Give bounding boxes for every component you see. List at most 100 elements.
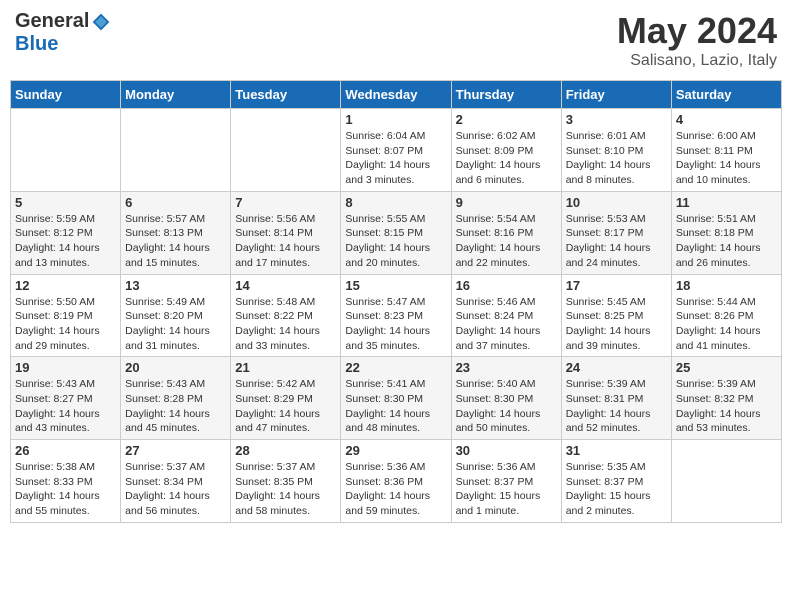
day-number: 18 <box>676 278 777 293</box>
day-info: Sunrise: 5:40 AM Sunset: 8:30 PM Dayligh… <box>456 377 557 436</box>
calendar-cell: 30Sunrise: 5:36 AM Sunset: 8:37 PM Dayli… <box>451 440 561 523</box>
column-header-thursday: Thursday <box>451 81 561 109</box>
day-info: Sunrise: 6:00 AM Sunset: 8:11 PM Dayligh… <box>676 129 777 188</box>
day-number: 5 <box>15 195 116 210</box>
column-header-saturday: Saturday <box>671 81 781 109</box>
calendar-cell: 21 Sunrise: 5:42 AM Sunset: 8:29 PM Dayli… <box>231 357 341 440</box>
calendar-week-row: 26 Sunrise: 5:38 AM Sunset: 8:33 PM Dayli… <box>11 440 782 523</box>
calendar-cell: 1 Sunrise: 6:04 AM Sunset: 8:07 PM Daylig… <box>341 109 451 192</box>
calendar-cell: 10 Sunrise: 5:53 AM Sunset: 8:17 PM Dayli… <box>561 191 671 274</box>
logo-icon <box>91 12 111 32</box>
day-info: Sunrise: 5:39 AM Sunset: 8:32 PM Dayligh… <box>676 377 777 436</box>
calendar-cell: 18 Sunrise: 5:44 AM Sunset: 8:26 PM Dayli… <box>671 274 781 357</box>
calendar-cell: 29 Sunrise: 5:36 AM Sunset: 8:36 PM Dayli… <box>341 440 451 523</box>
logo: General Blue <box>15 10 111 56</box>
calendar-cell: 12 Sunrise: 5:50 AM Sunset: 8:19 PM Dayli… <box>11 274 121 357</box>
calendar-cell: 6 Sunrise: 5:57 AM Sunset: 8:13 PM Daylig… <box>121 191 231 274</box>
day-number: 1 <box>345 112 446 127</box>
day-info: Sunrise: 5:43 AM Sunset: 8:28 PM Dayligh… <box>125 377 226 436</box>
day-number: 23 <box>456 360 557 375</box>
calendar-cell <box>231 109 341 192</box>
day-info: Sunrise: 6:04 AM Sunset: 8:07 PM Dayligh… <box>345 129 446 188</box>
calendar-week-row: 1 Sunrise: 6:04 AM Sunset: 8:07 PM Daylig… <box>11 109 782 192</box>
calendar-table: SundayMondayTuesdayWednesdayThursdayFrid… <box>10 80 782 523</box>
day-number: 28 <box>235 443 336 458</box>
calendar-cell: 2 Sunrise: 6:02 AM Sunset: 8:09 PM Daylig… <box>451 109 561 192</box>
day-info: Sunrise: 5:53 AM Sunset: 8:17 PM Dayligh… <box>566 212 667 271</box>
day-info: Sunrise: 5:55 AM Sunset: 8:15 PM Dayligh… <box>345 212 446 271</box>
calendar-cell: 20 Sunrise: 5:43 AM Sunset: 8:28 PM Dayli… <box>121 357 231 440</box>
column-header-wednesday: Wednesday <box>341 81 451 109</box>
day-info: Sunrise: 6:02 AM Sunset: 8:09 PM Dayligh… <box>456 129 557 188</box>
day-number: 27 <box>125 443 226 458</box>
title-section: May 2024 Salisano, Lazio, Italy <box>617 10 777 70</box>
day-info: Sunrise: 5:59 AM Sunset: 8:12 PM Dayligh… <box>15 212 116 271</box>
calendar-cell: 27Sunrise: 5:37 AM Sunset: 8:34 PM Dayli… <box>121 440 231 523</box>
day-info: Sunrise: 5:36 AM Sunset: 8:36 PM Dayligh… <box>345 460 446 519</box>
day-number: 20 <box>125 360 226 375</box>
day-info: Sunrise: 5:38 AM Sunset: 8:33 PM Dayligh… <box>15 460 116 519</box>
calendar-cell: 11Sunrise: 5:51 AM Sunset: 8:18 PM Dayli… <box>671 191 781 274</box>
column-header-friday: Friday <box>561 81 671 109</box>
day-info: Sunrise: 5:45 AM Sunset: 8:25 PM Dayligh… <box>566 295 667 354</box>
day-number: 2 <box>456 112 557 127</box>
day-info: Sunrise: 5:56 AM Sunset: 8:14 PM Dayligh… <box>235 212 336 271</box>
calendar-cell: 17 Sunrise: 5:45 AM Sunset: 8:25 PM Dayli… <box>561 274 671 357</box>
day-info: Sunrise: 5:46 AM Sunset: 8:24 PM Dayligh… <box>456 295 557 354</box>
day-number: 11 <box>676 195 777 210</box>
day-number: 10 <box>566 195 667 210</box>
calendar-week-row: 12 Sunrise: 5:50 AM Sunset: 8:19 PM Dayli… <box>11 274 782 357</box>
day-number: 9 <box>456 195 557 210</box>
day-number: 15 <box>345 278 446 293</box>
day-info: Sunrise: 5:39 AM Sunset: 8:31 PM Dayligh… <box>566 377 667 436</box>
day-info: Sunrise: 5:41 AM Sunset: 8:30 PM Dayligh… <box>345 377 446 436</box>
calendar-cell: 26 Sunrise: 5:38 AM Sunset: 8:33 PM Dayli… <box>11 440 121 523</box>
page-header: General Blue May 2024 Salisano, Lazio, I… <box>10 10 782 70</box>
column-header-sunday: Sunday <box>11 81 121 109</box>
calendar-cell: 24 Sunrise: 5:39 AM Sunset: 8:31 PM Dayli… <box>561 357 671 440</box>
day-number: 3 <box>566 112 667 127</box>
calendar-cell <box>11 109 121 192</box>
calendar-cell: 15 Sunrise: 5:47 AM Sunset: 8:23 PM Dayli… <box>341 274 451 357</box>
calendar-cell: 31 Sunrise: 5:35 AM Sunset: 8:37 PM Dayli… <box>561 440 671 523</box>
calendar-week-row: 5 Sunrise: 5:59 AM Sunset: 8:12 PM Daylig… <box>11 191 782 274</box>
calendar-cell: 25 Sunrise: 5:39 AM Sunset: 8:32 PM Dayli… <box>671 357 781 440</box>
day-number: 26 <box>15 443 116 458</box>
day-info: Sunrise: 5:57 AM Sunset: 8:13 PM Dayligh… <box>125 212 226 271</box>
day-number: 4 <box>676 112 777 127</box>
calendar-header-row: SundayMondayTuesdayWednesdayThursdayFrid… <box>11 81 782 109</box>
calendar-cell <box>121 109 231 192</box>
day-info: Sunrise: 5:42 AM Sunset: 8:29 PM Dayligh… <box>235 377 336 436</box>
day-number: 24 <box>566 360 667 375</box>
calendar-cell: 19Sunrise: 5:43 AM Sunset: 8:27 PM Dayli… <box>11 357 121 440</box>
day-number: 7 <box>235 195 336 210</box>
day-number: 29 <box>345 443 446 458</box>
day-info: Sunrise: 5:54 AM Sunset: 8:16 PM Dayligh… <box>456 212 557 271</box>
location-title: Salisano, Lazio, Italy <box>617 52 777 70</box>
calendar-week-row: 19Sunrise: 5:43 AM Sunset: 8:27 PM Dayli… <box>11 357 782 440</box>
day-number: 31 <box>566 443 667 458</box>
calendar-cell: 28Sunrise: 5:37 AM Sunset: 8:35 PM Dayli… <box>231 440 341 523</box>
day-info: Sunrise: 5:47 AM Sunset: 8:23 PM Dayligh… <box>345 295 446 354</box>
day-number: 22 <box>345 360 446 375</box>
day-info: Sunrise: 5:35 AM Sunset: 8:37 PM Dayligh… <box>566 460 667 519</box>
day-info: Sunrise: 5:50 AM Sunset: 8:19 PM Dayligh… <box>15 295 116 354</box>
day-number: 14 <box>235 278 336 293</box>
calendar-cell: 9 Sunrise: 5:54 AM Sunset: 8:16 PM Daylig… <box>451 191 561 274</box>
day-number: 16 <box>456 278 557 293</box>
day-number: 25 <box>676 360 777 375</box>
day-number: 13 <box>125 278 226 293</box>
day-info: Sunrise: 5:43 AM Sunset: 8:27 PM Dayligh… <box>15 377 116 436</box>
day-number: 21 <box>235 360 336 375</box>
day-number: 17 <box>566 278 667 293</box>
calendar-cell: 16 Sunrise: 5:46 AM Sunset: 8:24 PM Dayli… <box>451 274 561 357</box>
logo-blue-text: Blue <box>15 33 58 56</box>
column-header-monday: Monday <box>121 81 231 109</box>
calendar-cell: 3Sunrise: 6:01 AM Sunset: 8:10 PM Daylig… <box>561 109 671 192</box>
column-header-tuesday: Tuesday <box>231 81 341 109</box>
day-number: 12 <box>15 278 116 293</box>
day-info: Sunrise: 5:44 AM Sunset: 8:26 PM Dayligh… <box>676 295 777 354</box>
calendar-cell: 13Sunrise: 5:49 AM Sunset: 8:20 PM Dayli… <box>121 274 231 357</box>
calendar-cell: 22 Sunrise: 5:41 AM Sunset: 8:30 PM Dayli… <box>341 357 451 440</box>
day-number: 6 <box>125 195 226 210</box>
